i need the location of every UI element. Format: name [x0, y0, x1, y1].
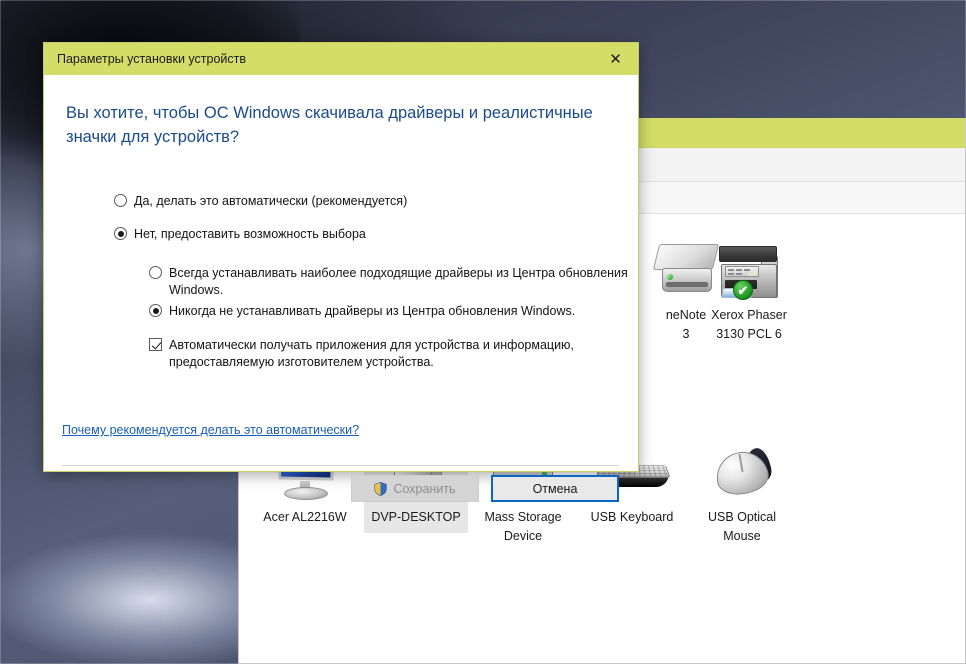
radio-indicator[interactable] [149, 304, 162, 317]
radio-option-manual[interactable]: Нет, предоставить возможность выбора [114, 226, 366, 243]
cancel-button[interactable]: Отмена [491, 475, 619, 502]
dialog-titlebar[interactable]: Параметры установки устройств ✕ [44, 43, 638, 75]
device-label-line2: 3130 PCL 6 [716, 327, 782, 341]
radio-option-manual-label: Нет, предоставить возможность выбора [134, 227, 366, 241]
checkbox-get-device-apps[interactable]: Автоматически получать приложения для ус… [149, 337, 659, 371]
radio-suboption-never-install-label: Никогда не устанавливать драйверы из Цен… [169, 304, 576, 318]
radio-suboption-always-install-label: Всегда устанавливать наиболее подходящие… [169, 266, 628, 297]
device-tile-xerox-phaser[interactable]: ✔ Xerox Phaser 3130 PCL 6 [697, 234, 801, 346]
status-check-badge: ✔ [733, 280, 753, 300]
dialog-button-row: Сохранить Отмена [62, 475, 619, 502]
device-label-line1: DVP-DESKTOP [371, 510, 461, 524]
dialog-question: Вы хотите, чтобы ОС Windows скачивала др… [66, 104, 593, 146]
radio-suboption-always-install[interactable]: Всегда устанавливать наиболее подходящие… [149, 265, 638, 299]
cancel-button-label: Отмена [532, 481, 578, 496]
radio-option-auto-label: Да, делать это автоматически (рекомендуе… [134, 194, 408, 208]
why-recommended-link[interactable]: Почему рекомендуется делать это автомати… [62, 423, 359, 437]
checkbox-indicator[interactable] [149, 338, 162, 351]
radio-indicator[interactable] [149, 266, 162, 279]
uac-shield-icon [374, 481, 387, 496]
device-installation-settings-dialog[interactable]: Параметры установки устройств ✕ Вы хотит… [43, 42, 639, 502]
device-label-line1: USB Keyboard [590, 510, 674, 524]
device-label-line2: Device [503, 529, 543, 543]
radio-suboption-never-install[interactable]: Никогда не устанавливать драйверы из Цен… [149, 303, 575, 320]
device-label-line1: Xerox Phaser [711, 308, 787, 322]
checkbox-get-device-apps-label: Автоматически получать приложения для ус… [169, 338, 574, 369]
radio-indicator[interactable] [114, 227, 127, 240]
radio-indicator[interactable] [114, 194, 127, 207]
device-label-line1: Mass Storage [484, 510, 562, 524]
multifunction-printer-icon: ✔ [711, 238, 787, 304]
save-button[interactable]: Сохранить [351, 475, 479, 502]
dialog-body: Вы хотите, чтобы ОС Windows скачивала др… [44, 75, 638, 502]
footer-divider [62, 465, 619, 466]
device-label-line2: Mouse [723, 529, 761, 543]
radio-option-auto[interactable]: Да, делать это автоматически (рекомендуе… [114, 193, 407, 210]
device-label-line1: Acer AL2216W [263, 510, 347, 524]
save-button-label: Сохранить [393, 481, 456, 496]
dialog-title: Параметры установки устройств [57, 52, 247, 66]
device-tile-usb-optical-mouse[interactable]: USB Optical Mouse [690, 436, 794, 548]
device-label-line1: USB Optical [707, 510, 777, 524]
close-icon[interactable]: ✕ [593, 43, 638, 75]
mouse-icon [704, 440, 780, 506]
